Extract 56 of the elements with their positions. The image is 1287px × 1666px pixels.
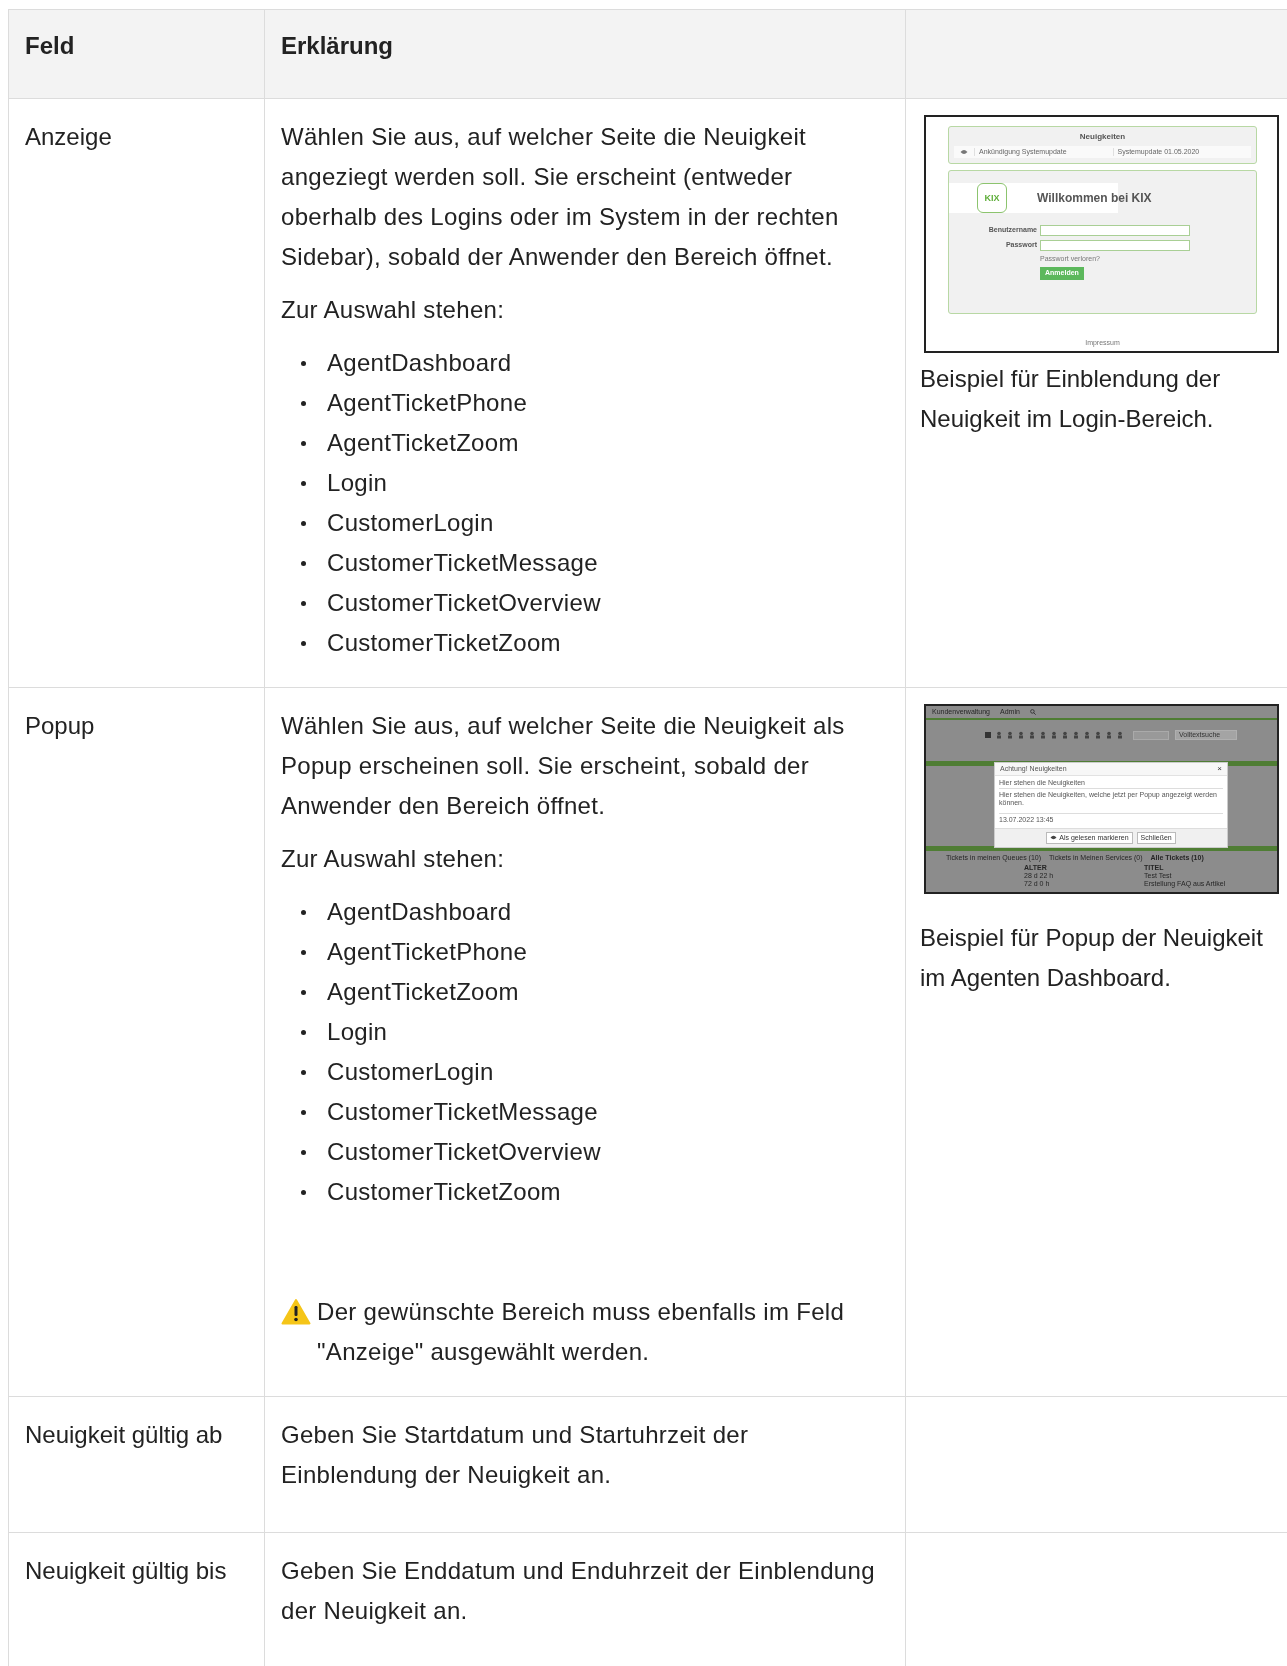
list-item: CustomerTicketMessage [327, 1097, 598, 1127]
paragraph: Geben Sie Startdatum und Startuhrzeit der Einblendung der Neuigkeit an. [281, 1420, 750, 1490]
paragraph: Geben Sie Enddatum und Enduhrzeit der Einblendung der Neuigkeit an. [281, 1556, 876, 1626]
bullet-icon [301, 1149, 306, 1155]
list-item: CustomerTicketOverview [327, 1137, 601, 1167]
search-icon[interactable] [1029, 709, 1036, 715]
list-item: CustomerTicketOverview [327, 588, 601, 618]
bullet-icon [301, 480, 306, 486]
bullet-icon [301, 560, 306, 566]
bullet-icon [301, 909, 306, 915]
bullet-icon [301, 360, 306, 366]
list-item: AgentTicketZoom [327, 977, 519, 1007]
table-cell: Anzeige [8, 98, 265, 688]
table-cell: Neuigkeit gültig bis [8, 1532, 265, 1666]
input-field [1133, 730, 1169, 740]
list-item: CustomerTicketZoom [327, 628, 561, 658]
bullet-icon [301, 989, 306, 995]
bullet-icon [301, 520, 306, 526]
bullet-icon [301, 640, 306, 646]
table-cell: Neuigkeit gültig ab [8, 1396, 265, 1533]
paragraph: Wählen Sie aus, auf welcher Seite die Neuigkeit als Popup erscheinen soll. Sie erscheint, sobald der Anwender den Bereich öffnet. [281, 711, 846, 821]
welcome-title: Willkommen bei KIX [1037, 190, 1152, 206]
list-item: CustomerLogin [327, 508, 494, 538]
list-item: AgentDashboard [327, 897, 512, 927]
bullet-icon [301, 949, 306, 955]
list-item: AgentTicketPhone [327, 388, 528, 418]
paragraph: Zur Auswahl stehen: [281, 295, 506, 325]
list-item: Login [327, 1017, 388, 1047]
bullet-icon [301, 1189, 306, 1195]
image-caption: Beispiel für Popup der Neuigkeit im Agenten Dashboard. [920, 923, 1264, 993]
bullet-icon [301, 440, 306, 446]
bullet-icon [301, 400, 306, 406]
list-item: AgentTicketPhone [327, 937, 528, 967]
eye-icon [1050, 835, 1058, 841]
bullet-icon [301, 1109, 306, 1115]
list-item: Login [327, 468, 388, 498]
logo: KIX [977, 183, 1007, 213]
image-caption: Beispiel für Einblendung der Neuigkeit im Login-Bereich. [920, 364, 1222, 434]
list-item: CustomerLogin [327, 1057, 494, 1087]
paragraph: Zur Auswahl stehen: [281, 844, 506, 874]
table-cell: Popup [8, 687, 265, 1397]
panel-title: Neuigkeiten [1078, 132, 1127, 142]
column-header: Feld [8, 9, 265, 99]
list-item: CustomerTicketZoom [327, 1177, 561, 1207]
list-item: AgentTicketZoom [327, 428, 519, 458]
note-text: Der gewünschte Bereich muss ebenfalls im Feld "Anzeige" ausgewählt werden. [317, 1297, 846, 1367]
bullet-icon [301, 1069, 306, 1075]
close-button[interactable]: × [1217, 765, 1222, 773]
bullet-icon [301, 1029, 306, 1035]
paragraph: Wählen Sie aus, auf welcher Seite die Neuigkeit angeziegt werden soll. Sie erscheint (entweder oberhalb des Logins oder im System in der rechten Sidebar), sobald der Anwender den Bereich öffnet. [281, 122, 840, 272]
eye-icon [960, 148, 968, 155]
bullet-icon [301, 600, 306, 606]
list-item: AgentDashboard [327, 348, 512, 378]
list-item: CustomerTicketMessage [327, 548, 598, 578]
warning-icon [281, 1298, 311, 1325]
column-header: Erklärung [264, 9, 906, 99]
